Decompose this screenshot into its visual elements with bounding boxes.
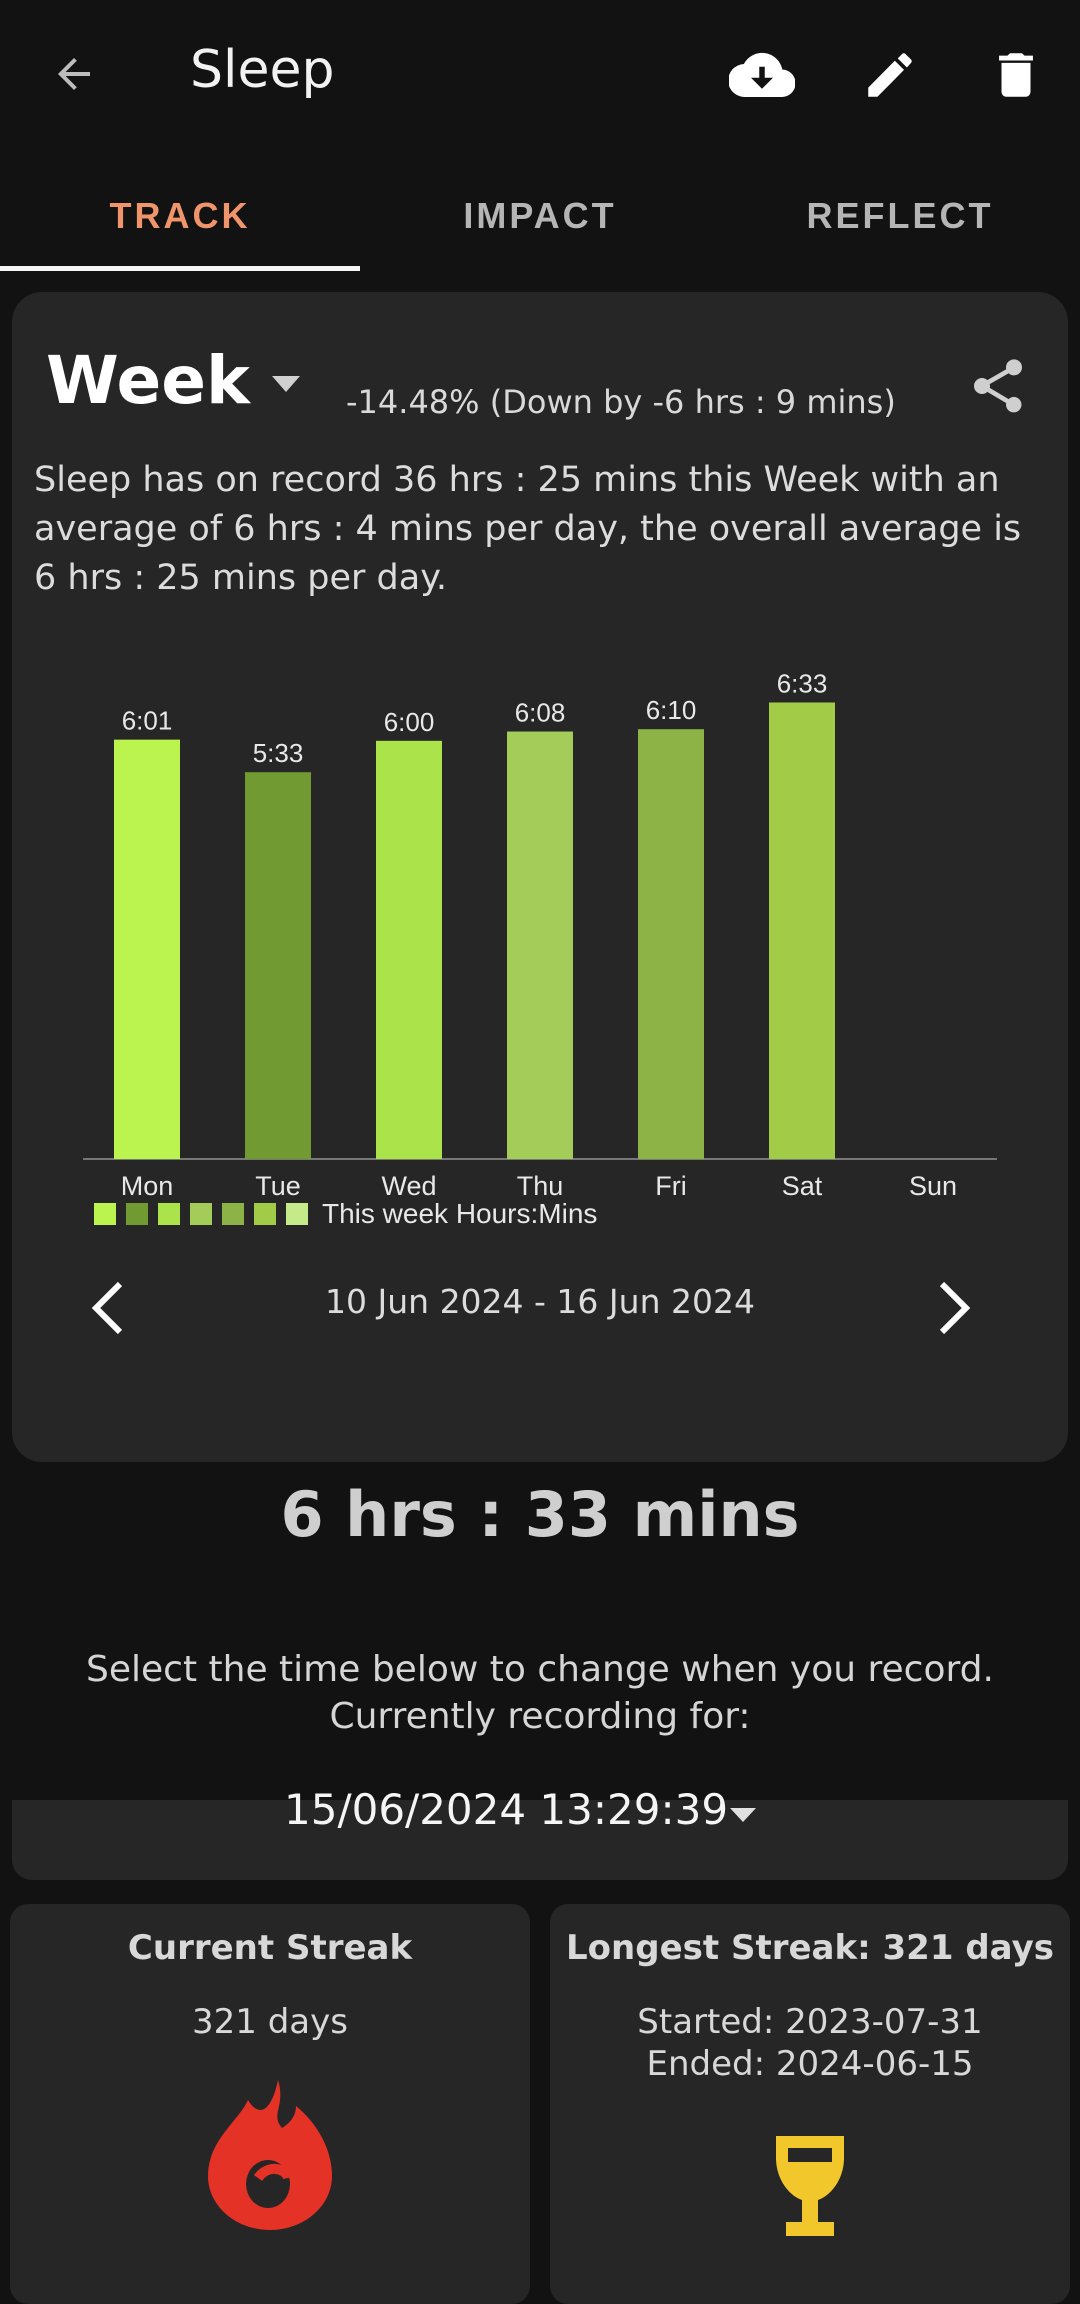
download-button[interactable]: [726, 40, 798, 110]
legend-swatch: [158, 1203, 180, 1225]
sleep-bar-chart: 6:01 Mon 5:33 Tue 6:00 Wed 6:08 Thu 6:10 Fri 6:33 S…: [83, 668, 997, 1201]
current-streak-title: Current Streak: [127, 1928, 413, 1968]
tick-label-sat: Sat: [782, 1171, 823, 1201]
tab-impact[interactable]: IMPACT: [360, 160, 720, 272]
delete-button[interactable]: [984, 40, 1048, 110]
record-line-1: Select the time below to change when you…: [86, 1649, 994, 1690]
bar-thu[interactable]: [507, 731, 573, 1159]
record-datetime[interactable]: 15/06/2024 13:29:39: [284, 1785, 728, 1834]
edit-pencil-icon: [868, 53, 912, 97]
trash-icon: [999, 53, 1033, 97]
tick-label-wed: Wed: [381, 1171, 436, 1201]
longest-streak-started: Started: 2023-07-31: [637, 2002, 983, 2042]
legend-swatch: [190, 1203, 212, 1225]
data-label-wed: 6:00: [384, 707, 435, 737]
edit-button[interactable]: [858, 40, 922, 110]
bar-mon[interactable]: [114, 739, 180, 1159]
legend-swatch: [254, 1203, 276, 1225]
bar-tue[interactable]: [245, 772, 311, 1159]
flame-icon: [208, 2080, 332, 2230]
tick-label-mon: Mon: [121, 1171, 174, 1201]
tick-label-thu: Thu: [517, 1171, 564, 1201]
data-label-mon: 6:01: [122, 706, 173, 736]
legend-label: This week Hours:Mins: [322, 1198, 598, 1229]
datetime-dropdown-icon[interactable]: [728, 1806, 758, 1824]
cloud-download-icon: [729, 52, 795, 98]
period-selector[interactable]: Week: [46, 342, 250, 419]
current-streak-card: Current Streak 321 days: [10, 1904, 530, 2304]
tab-reflect[interactable]: REFLECT: [720, 160, 1080, 272]
data-label-thu: 6:08: [515, 698, 566, 728]
bar-wed[interactable]: [376, 740, 442, 1159]
tab-bar: TRACK IMPACT REFLECT: [0, 160, 1080, 272]
data-label-tue: 5:33: [253, 738, 304, 768]
next-week-icon[interactable]: [934, 1280, 974, 1336]
share-icon[interactable]: [966, 354, 1030, 418]
summary-text: Sleep has on record 36 hrs : 25 mins thi…: [34, 460, 1022, 598]
dropdown-arrow-icon[interactable]: [270, 374, 302, 394]
data-label-sat: 6:33: [777, 668, 828, 698]
longest-streak-title: Longest Streak: 321 days: [566, 1928, 1054, 1968]
tab-indicator: [0, 266, 360, 271]
legend-swatch: [222, 1203, 244, 1225]
legend-swatch: [126, 1203, 148, 1225]
bar-fri[interactable]: [638, 729, 704, 1159]
app-bar: Sleep: [0, 0, 1080, 150]
back-button[interactable]: [44, 44, 104, 104]
current-streak-value: 321 days: [192, 2002, 348, 2042]
date-range: 10 Jun 2024 - 16 Jun 2024: [325, 1282, 755, 1321]
arrow-left-icon: [58, 58, 90, 90]
record-line-2: Currently recording for:: [329, 1696, 751, 1737]
page-title: Sleep: [190, 40, 335, 100]
tick-label-sun: Sun: [909, 1171, 957, 1201]
tick-label-fri: Fri: [655, 1171, 686, 1201]
chart-legend: This week Hours:Mins: [94, 1198, 597, 1230]
longest-streak-ended: Ended: 2024-06-15: [646, 2044, 974, 2084]
tab-track[interactable]: TRACK: [0, 160, 360, 272]
period-change: -14.48% (Down by -6 hrs : 9 mins): [346, 383, 896, 421]
longest-streak-card: Longest Streak: 321 days Started: 2023-0…: [550, 1904, 1070, 2304]
legend-swatch: [94, 1203, 116, 1225]
selected-value: 6 hrs : 33 mins: [280, 1478, 800, 1551]
trophy-icon: [776, 2136, 844, 2236]
data-label-fri: 6:10: [646, 695, 697, 725]
tick-label-tue: Tue: [255, 1171, 301, 1201]
legend-swatch: [286, 1203, 308, 1225]
bar-sat[interactable]: [769, 702, 835, 1159]
record-instructions: Select the time below to change when you…: [0, 1646, 1080, 1740]
